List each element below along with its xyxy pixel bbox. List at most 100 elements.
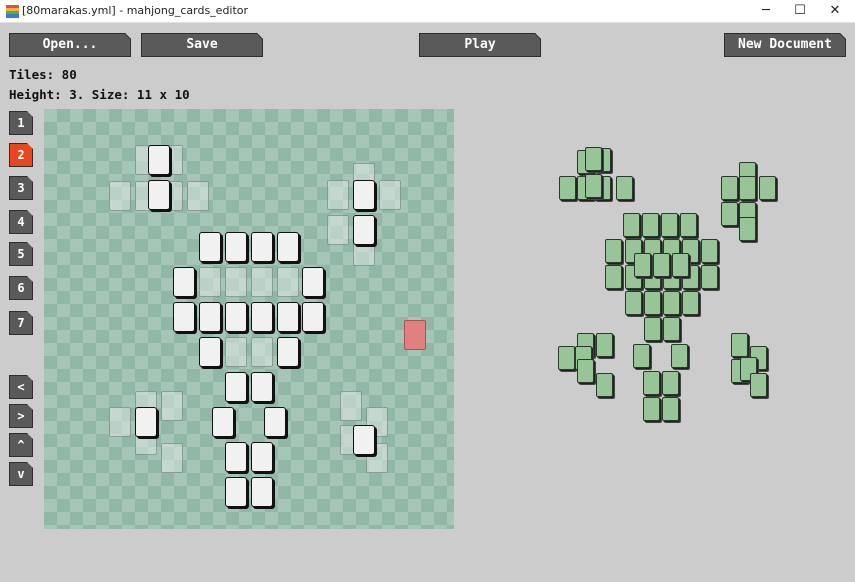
- preview-tile: [750, 373, 767, 397]
- preview-tile: [701, 239, 718, 263]
- ghost-tile: [327, 215, 349, 245]
- preview-tile: [644, 317, 661, 341]
- preview-tile: [616, 176, 633, 200]
- preview-tile: [644, 291, 661, 315]
- preview-tile: [643, 397, 660, 421]
- preview-tile: [625, 291, 642, 315]
- layer-tile[interactable]: [225, 232, 247, 262]
- preview-tile: [663, 317, 680, 341]
- layer-7-button[interactable]: 7: [9, 311, 33, 335]
- layer-tile[interactable]: [135, 407, 157, 437]
- layer-tile[interactable]: [277, 337, 299, 367]
- layer-tile[interactable]: [199, 337, 221, 367]
- ghost-tile: [225, 267, 247, 297]
- preview-tile: [662, 397, 679, 421]
- preview-tile: [671, 344, 688, 368]
- preview-tile: [596, 373, 613, 397]
- shift-down-button[interactable]: v: [9, 462, 33, 486]
- preview-tile: [585, 174, 602, 198]
- layer-tile[interactable]: [251, 232, 273, 262]
- layer-1-button[interactable]: 1: [9, 111, 33, 135]
- new-document-button[interactable]: New Document: [724, 33, 846, 57]
- ghost-tile: [109, 181, 131, 211]
- layer-tile[interactable]: [353, 425, 375, 455]
- minimize-button[interactable]: ─: [749, 0, 783, 23]
- ghost-tile: [161, 391, 183, 421]
- layer-tile[interactable]: [225, 372, 247, 402]
- layer-5-button[interactable]: 5: [9, 242, 33, 266]
- app-stripes-icon: [6, 5, 19, 18]
- preview-tile: [682, 291, 699, 315]
- preview-tile: [653, 253, 670, 277]
- layer-tile[interactable]: [199, 302, 221, 332]
- preview-tile: [577, 359, 594, 383]
- ghost-tile: [199, 267, 221, 297]
- layer-tile[interactable]: [353, 215, 375, 245]
- preview-tile: [701, 265, 718, 289]
- preview-tile: [642, 213, 659, 237]
- preview-tile: [585, 147, 602, 171]
- save-button[interactable]: Save: [141, 33, 263, 57]
- layer-tile[interactable]: [264, 407, 286, 437]
- layer-tile[interactable]: [302, 267, 324, 297]
- tiles-count-label: Tiles: 80: [9, 67, 77, 82]
- editor-grid[interactable]: [44, 109, 454, 529]
- layer-tile[interactable]: [173, 267, 195, 297]
- preview-tile: [721, 176, 738, 200]
- layer-tile[interactable]: [212, 407, 234, 437]
- ghost-tile: [327, 180, 349, 210]
- preview-tile: [643, 371, 660, 395]
- layer-tile[interactable]: [251, 442, 273, 472]
- shift-up-button[interactable]: ^: [9, 433, 33, 457]
- close-button[interactable]: ✕: [818, 0, 852, 23]
- preview-tile: [633, 344, 650, 368]
- ghost-tile: [251, 337, 273, 367]
- preview-tile: [680, 213, 697, 237]
- shift-left-button[interactable]: <: [9, 375, 33, 399]
- preview-tile: [739, 217, 756, 241]
- window-title: [80marakas.yml] - mahjong_cards_editor: [22, 4, 249, 17]
- layer-3-button[interactable]: 3: [9, 176, 33, 200]
- open-button[interactable]: Open...: [9, 33, 131, 57]
- layer-tile[interactable]: [251, 372, 273, 402]
- preview-tile: [721, 202, 738, 226]
- layout-preview: [555, 145, 785, 430]
- preview-tile: [731, 333, 748, 357]
- layer-tile[interactable]: [225, 302, 247, 332]
- layer-tile[interactable]: [225, 442, 247, 472]
- preview-tile: [759, 176, 776, 200]
- preview-tile: [739, 176, 756, 200]
- preview-tile: [605, 265, 622, 289]
- layer-4-button[interactable]: 4: [9, 210, 33, 234]
- layer-tile[interactable]: [353, 180, 375, 210]
- ghost-tile: [251, 267, 273, 297]
- maximize-button[interactable]: ☐: [783, 0, 817, 23]
- title-bar: [80marakas.yml] - mahjong_cards_editor ─…: [0, 0, 855, 23]
- layer-tile[interactable]: [199, 232, 221, 262]
- layer-tile[interactable]: [277, 302, 299, 332]
- layer-6-button[interactable]: 6: [9, 276, 33, 300]
- ghost-tile: [161, 443, 183, 473]
- layer-2-button[interactable]: 2: [9, 143, 33, 167]
- preview-tile: [605, 239, 622, 263]
- ghost-tile: [187, 181, 209, 211]
- preview-tile: [662, 371, 679, 395]
- preview-tile: [661, 213, 678, 237]
- ghost-tile: [379, 180, 401, 210]
- layer-tile[interactable]: [148, 180, 170, 210]
- height-size-label: Height: 3. Size: 11 x 10: [9, 87, 190, 102]
- preview-tile: [559, 176, 576, 200]
- preview-tile: [663, 291, 680, 315]
- layer-tile[interactable]: [173, 302, 195, 332]
- layer-tile[interactable]: [302, 302, 324, 332]
- preview-tile: [623, 213, 640, 237]
- layer-tile[interactable]: [251, 477, 273, 507]
- layer-tile[interactable]: [251, 302, 273, 332]
- ghost-tile: [109, 407, 131, 437]
- shift-right-button[interactable]: >: [9, 404, 33, 428]
- layer-tile[interactable]: [225, 477, 247, 507]
- play-button[interactable]: Play: [419, 33, 541, 57]
- layer-tile[interactable]: [148, 145, 170, 175]
- layer-tile[interactable]: [277, 232, 299, 262]
- cursor-marker-tile: [404, 320, 426, 350]
